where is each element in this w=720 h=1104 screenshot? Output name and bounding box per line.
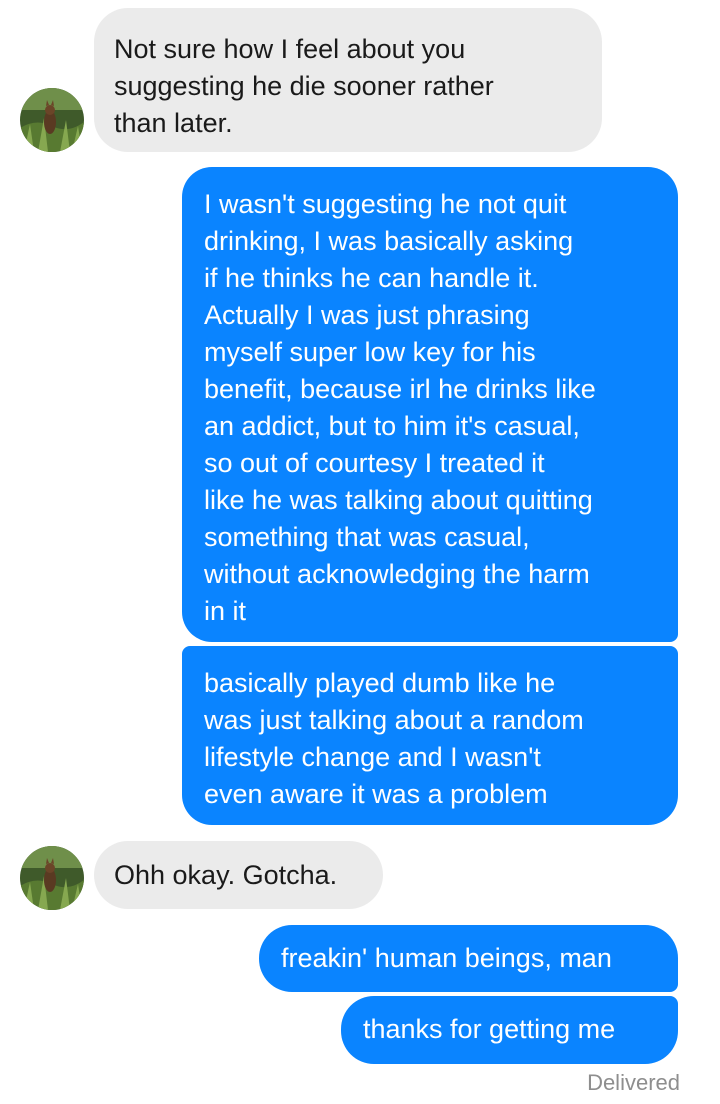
avatar-photo-icon [20, 846, 84, 910]
contact-avatar[interactable] [20, 88, 84, 152]
message-bubble-outgoing[interactable]: freakin' human beings, man [259, 925, 678, 992]
avatar-photo-icon [20, 88, 84, 152]
message-bubble-outgoing[interactable]: I wasn't suggesting he not quit drinking… [182, 167, 678, 642]
message-bubble-incoming[interactable]: Ohh okay. Gotcha. [94, 841, 383, 909]
message-bubble-incoming[interactable]: Not sure how I feel about you suggesting… [94, 8, 602, 152]
contact-avatar[interactable] [20, 846, 84, 910]
delivery-status: Delivered [587, 1070, 680, 1095]
message-bubble-outgoing[interactable]: thanks for getting me [341, 996, 678, 1064]
message-bubble-outgoing[interactable]: basically played dumb like he was just t… [182, 646, 678, 825]
